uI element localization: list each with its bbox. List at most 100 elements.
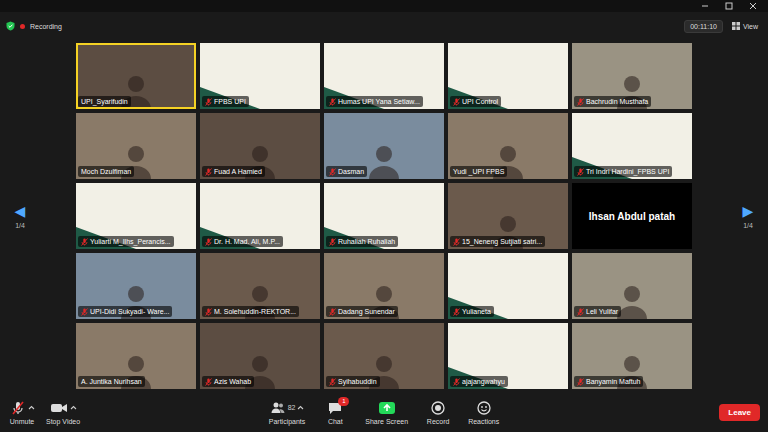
name-tag: Humas UPI Yana Setiaw... xyxy=(326,96,423,107)
name-tag: 15_Neneng Sutjiati satri... xyxy=(450,236,545,247)
participant-name: UPI-Didi Sukyadi- Ware... xyxy=(90,307,169,316)
name-tag: Dadang Sunendar xyxy=(326,306,398,317)
muted-microphone-icon xyxy=(577,308,584,316)
name-tag: UPI Control xyxy=(450,96,501,107)
tool-label: Participants xyxy=(269,418,306,425)
participant-tile[interactable]: Yuliarti M_Ilhs_Perancis... xyxy=(76,183,196,249)
tool-label: Stop Video xyxy=(46,418,80,425)
smiley-face-icon xyxy=(476,400,492,416)
participant-tile[interactable]: M. Solehuddin-REKTOR... xyxy=(200,253,320,319)
participant-tile[interactable]: Fuad A Hamied xyxy=(200,113,320,179)
record-icon xyxy=(430,400,446,416)
next-arrow[interactable]: ▶ xyxy=(743,204,754,218)
person-silhouette-icon xyxy=(364,139,404,179)
meeting-toolbar: Unmute Stop Video 82 Participants 1 Chat… xyxy=(0,392,768,432)
status-row: Recording 00:11:10 View xyxy=(0,12,768,40)
next-page[interactable]: ▶ 1/4 xyxy=(728,204,768,229)
meeting-timer: 00:11:10 xyxy=(684,20,723,33)
participant-tile[interactable]: A. Juntika Nurihsan xyxy=(76,323,196,389)
participant-name: UPI Control xyxy=(462,97,498,106)
participant-tile[interactable]: Leli Yulifar xyxy=(572,253,692,319)
participant-tile[interactable]: FPBS UPI xyxy=(200,43,320,109)
chat-button[interactable]: 1 Chat xyxy=(321,400,349,425)
mic-button[interactable]: Unmute xyxy=(8,400,36,425)
participant-tile[interactable]: Yudi _UPI FPBS xyxy=(448,113,568,179)
participant-tile[interactable]: Syihabuddin xyxy=(324,323,444,389)
participant-tile[interactable]: Dr. H. Mad. Ali, M.P... xyxy=(200,183,320,249)
reactions-button[interactable]: Reactions xyxy=(468,400,499,425)
muted-microphone-icon xyxy=(329,378,336,386)
name-tag: Yuliarti M_Ilhs_Perancis... xyxy=(78,236,174,247)
view-button[interactable]: View xyxy=(728,20,762,32)
participant-tile[interactable]: UPI-Didi Sukyadi- Ware... xyxy=(76,253,196,319)
recording-label: Recording xyxy=(30,23,62,30)
participant-tile[interactable]: Yulianeta xyxy=(448,253,568,319)
participant-tile[interactable]: ajajangwahyu xyxy=(448,323,568,389)
muted-microphone-icon xyxy=(329,98,336,106)
close-icon[interactable] xyxy=(748,1,758,11)
participant-tile[interactable]: Banyamin Maftuh xyxy=(572,323,692,389)
name-tag: Bachrudin Musthafa xyxy=(574,96,651,107)
caret-up-icon[interactable] xyxy=(28,405,35,410)
name-tag: Yudi _UPI FPBS xyxy=(450,166,507,177)
zoom-meeting-window: Recording 00:11:10 View ◀ 1/4 UPI_Syarif… xyxy=(0,0,768,432)
minimize-icon[interactable] xyxy=(700,1,710,11)
name-tag: UPI-Didi Sukyadi- Ware... xyxy=(78,306,172,317)
participant-name: UPI_Syarifudin xyxy=(81,97,128,106)
participant-name: Yulianeta xyxy=(462,307,491,316)
muted-microphone-icon xyxy=(329,238,336,246)
name-tag: Yulianeta xyxy=(450,306,494,317)
participants-button[interactable]: 82 Participants xyxy=(269,400,306,425)
recording-dot xyxy=(20,24,25,29)
name-tag: M. Solehuddin-REKTOR... xyxy=(202,306,299,317)
participant-tile[interactable]: Moch Dzulfiman xyxy=(76,113,196,179)
tool-label: Reactions xyxy=(468,418,499,425)
participant-name: Yuliarti M_Ilhs_Perancis... xyxy=(90,237,171,246)
caret-up-icon[interactable] xyxy=(297,405,304,410)
muted-microphone-icon xyxy=(329,308,336,316)
previous-arrow[interactable]: ◀ xyxy=(15,204,26,218)
participant-tile[interactable]: UPI_Syarifudin xyxy=(76,43,196,109)
participant-name: Yudi _UPI FPBS xyxy=(453,167,504,176)
participant-tile[interactable]: UPI Control xyxy=(448,43,568,109)
video-button[interactable]: Stop Video xyxy=(46,400,80,425)
participants-icon xyxy=(270,400,286,416)
participant-name: Dasman xyxy=(338,167,364,176)
record-button[interactable]: Record xyxy=(424,400,452,425)
participant-name: Ruhaliah Ruhaliah xyxy=(338,237,395,246)
participant-name: Ihsan Abdul patah xyxy=(585,212,679,221)
participant-tile[interactable]: Ihsan Abdul patah xyxy=(572,183,692,249)
header: Recording 00:11:10 View xyxy=(0,0,768,40)
participant-tile[interactable]: Ruhaliah Ruhaliah xyxy=(324,183,444,249)
maximize-icon[interactable] xyxy=(724,1,734,11)
participant-tile[interactable]: 15_Neneng Sutjiati satri... xyxy=(448,183,568,249)
participant-tile[interactable]: Azis Wahab xyxy=(200,323,320,389)
name-tag: UPI_Syarifudin xyxy=(78,96,131,107)
participant-name: Moch Dzulfiman xyxy=(81,167,131,176)
tool-label: Record xyxy=(427,418,450,425)
participant-name: Syihabuddin xyxy=(338,377,377,386)
share-button[interactable]: Share Screen xyxy=(365,400,408,425)
muted-microphone-icon xyxy=(577,168,584,176)
name-tag: Azis Wahab xyxy=(202,376,254,387)
participant-tile[interactable]: Tri Indri Hardini_FPBS UPI xyxy=(572,113,692,179)
participant-tile[interactable]: Dadang Sunendar xyxy=(324,253,444,319)
name-tag: Syihabuddin xyxy=(326,376,380,387)
previous-page[interactable]: ◀ 1/4 xyxy=(0,204,40,229)
leave-button[interactable]: Leave xyxy=(719,404,760,421)
participant-tile[interactable]: Bachrudin Musthafa xyxy=(572,43,692,109)
shield-icon[interactable] xyxy=(6,21,15,31)
caret-up-icon[interactable] xyxy=(70,405,77,410)
participant-tile[interactable]: Dasman xyxy=(324,113,444,179)
name-tag: Banyamin Maftuh xyxy=(574,376,643,387)
participant-name: Azis Wahab xyxy=(214,377,251,386)
title-bar xyxy=(0,0,768,12)
tool-label: Share Screen xyxy=(365,418,408,425)
name-tag: Dr. H. Mad. Ali, M.P... xyxy=(202,236,283,247)
muted-microphone-icon xyxy=(81,238,88,246)
gallery-area: ◀ 1/4 UPI_Syarifudin FPBS UPI Humas UPI … xyxy=(0,40,768,392)
chat-badge: 1 xyxy=(338,397,349,406)
muted-microphone-icon xyxy=(329,168,336,176)
participant-name: A. Juntika Nurihsan xyxy=(81,377,142,386)
participant-tile[interactable]: Humas UPI Yana Setiaw... xyxy=(324,43,444,109)
